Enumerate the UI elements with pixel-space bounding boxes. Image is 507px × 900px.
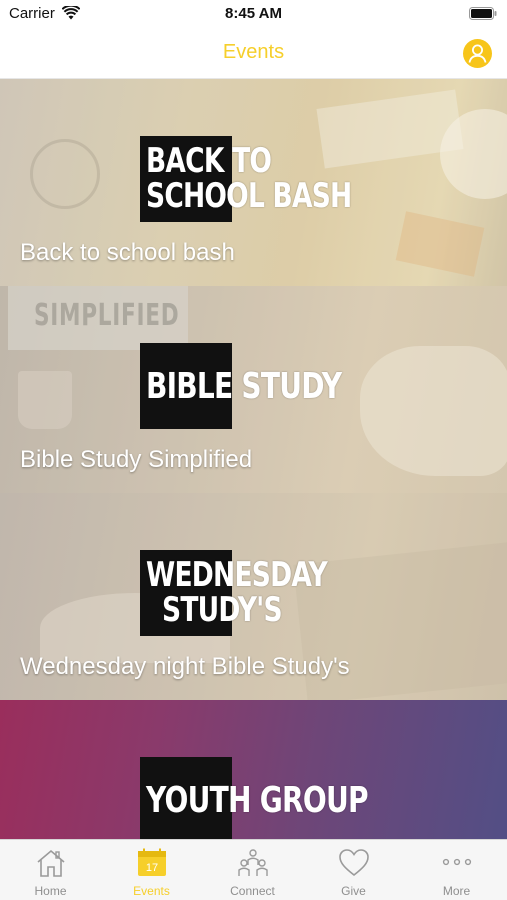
event-logo-line-1: BIBLE STUDY [146, 366, 342, 407]
people-icon [237, 849, 268, 876]
tab-label: Give [341, 884, 366, 898]
event-list[interactable]: BACK TO SCHOOL BASH Back to school bash … [0, 79, 507, 839]
calendar-icon: 17 [137, 848, 166, 876]
event-logo-line-2: SCHOOL BASH [146, 176, 352, 216]
event-title: Bible Study Simplified [20, 446, 253, 473]
tab-bar: Home 17 Events Connect Give More [0, 839, 507, 900]
event-logo-line-2: STUDY'S [162, 590, 283, 630]
heart-icon [338, 849, 369, 877]
tab-events[interactable]: 17 Events [101, 840, 202, 900]
tab-label: Connect [230, 884, 275, 898]
nav-bar: Events [0, 28, 507, 79]
tab-home[interactable]: Home [0, 840, 101, 900]
calendar-badge: 17 [145, 862, 157, 874]
tab-give[interactable]: Give [303, 840, 404, 900]
profile-icon[interactable] [463, 39, 492, 68]
page-title: Events [222, 41, 285, 63]
event-logo-line-1: WEDNESDAY [146, 555, 328, 595]
user-silhouette-icon [468, 44, 487, 63]
status-bar: Carrier 8:45 AM [0, 0, 507, 28]
status-time: 8:45 AM [225, 5, 282, 22]
tab-more[interactable]: More [406, 840, 507, 900]
event-title: Back to school bash [20, 239, 235, 266]
event-card-wednesday-study[interactable]: WEDNESDAY STUDY'S Wednesday night Bible … [0, 493, 507, 700]
event-logo-line-1: BACK TO [146, 141, 272, 181]
tab-label: Events [133, 884, 170, 898]
event-card-youth-group[interactable]: YOUTH GROUP [0, 700, 507, 839]
tab-label: Home [34, 884, 67, 898]
event-title: Wednesday night Bible Study's [20, 653, 350, 680]
tab-connect[interactable]: Connect [202, 840, 303, 900]
event-card-bible-study[interactable]: SIMPLIFIED BIBLE STUDY Bible Study Simpl… [0, 286, 507, 493]
event-logo-line-1: YOUTH GROUP [146, 780, 369, 821]
tab-label: More [442, 884, 471, 898]
battery-icon [469, 7, 497, 20]
event-card-back-to-school[interactable]: BACK TO SCHOOL BASH Back to school bash [0, 79, 507, 286]
more-icon [442, 858, 471, 866]
home-icon [36, 849, 65, 877]
